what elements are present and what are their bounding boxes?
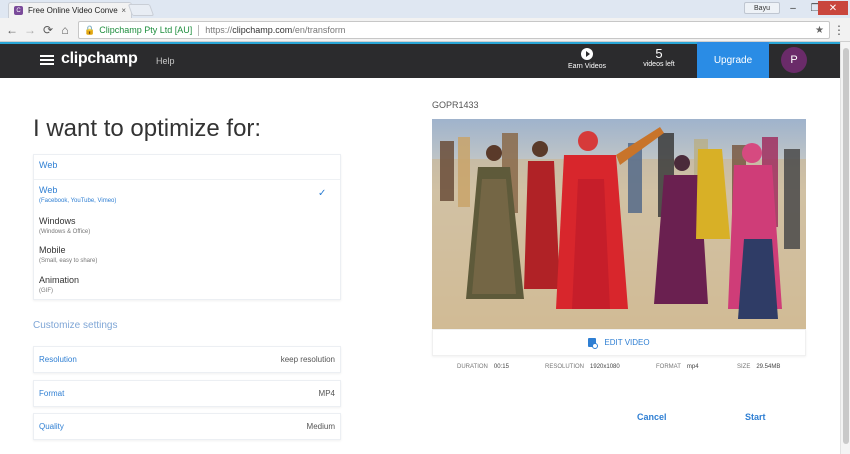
url-text: https://clipchamp.com/en/transform — [205, 25, 346, 35]
edit-video-label: EDIT VIDEO — [604, 338, 650, 347]
option-subtitle: (Small, easy to share) — [39, 258, 98, 264]
videos-left-label: videos left — [643, 61, 675, 68]
option-subtitle: (Windows & Office) — [39, 229, 91, 235]
resolution-setting[interactable]: Resolution keep resolution — [33, 346, 341, 373]
option-title: Animation — [39, 275, 80, 285]
size-meta: SIZE 29.54MB — [737, 364, 781, 370]
browser-menu-icon[interactable]: ⋮ — [833, 22, 845, 38]
browser-tab[interactable]: C Free Online Video Conve × — [8, 2, 132, 18]
browser-tab-bar: C Free Online Video Conve × Bayu – ❐ ✕ — [0, 0, 850, 18]
selected-check-icon: ✓ — [318, 188, 327, 199]
option-windows[interactable]: Windows (Windows & Office) — [39, 216, 329, 235]
resolution-meta: RESOLUTION 1920x1080 — [545, 364, 620, 370]
setting-value: keep resolution — [280, 355, 335, 364]
address-separator — [198, 24, 200, 36]
clipchamp-favicon-icon: C — [14, 6, 23, 15]
start-button[interactable]: Start — [745, 412, 766, 422]
customize-settings-link[interactable]: Customize settings — [33, 320, 117, 331]
video-frame-image — [432, 119, 806, 329]
back-arrow-icon[interactable]: ← — [4, 22, 20, 38]
secure-site-label: Clipchamp Pty Ltd [AU] — [99, 25, 193, 35]
setting-label: Quality — [39, 422, 64, 431]
play-circle-icon — [581, 48, 593, 60]
optimize-options-dropdown[interactable]: Web Web (Facebook, YouTube, Vimeo) Windo… — [33, 154, 341, 300]
edit-video-icon — [588, 338, 599, 349]
format-setting[interactable]: Format MP4 — [33, 380, 341, 407]
window-close-button[interactable]: ✕ — [818, 1, 848, 15]
earn-videos-button[interactable]: Earn Videos — [562, 48, 612, 70]
page-scrollbar[interactable] — [840, 42, 850, 454]
hamburger-menu-icon[interactable] — [40, 55, 54, 65]
selected-option-header[interactable]: Web — [39, 160, 57, 170]
option-animation[interactable]: Animation (GIF) — [39, 275, 329, 294]
setting-label: Format — [39, 389, 65, 398]
setting-value: MP4 — [318, 389, 335, 398]
video-filename: GOPR1433 — [432, 100, 479, 110]
forward-arrow-icon[interactable]: → — [22, 22, 38, 38]
clipchamp-logo[interactable]: clipchamp — [61, 50, 138, 68]
user-avatar[interactable]: P — [781, 47, 807, 73]
tab-title: Free Online Video Conve — [28, 6, 118, 15]
new-tab-button[interactable] — [127, 4, 155, 16]
bookmark-star-icon[interactable]: ★ — [815, 25, 824, 36]
scrollbar-thumb[interactable] — [843, 48, 849, 444]
option-subtitle: (Facebook, YouTube, Vimeo) — [39, 198, 117, 204]
reload-icon[interactable]: ⟳ — [40, 22, 56, 38]
setting-label: Resolution — [39, 355, 77, 364]
home-icon[interactable]: ⌂ — [57, 22, 73, 38]
browser-toolbar: ← → ⟳ ⌂ 🔒 Clipchamp Pty Ltd [AU] https:/… — [0, 18, 850, 42]
quality-setting[interactable]: Quality Medium — [33, 413, 341, 440]
earn-videos-label: Earn Videos — [567, 63, 606, 70]
edit-video-button[interactable]: EDIT VIDEO — [432, 329, 806, 356]
option-mobile[interactable]: Mobile (Small, easy to share) — [39, 245, 329, 264]
window-minimize-button[interactable]: – — [782, 1, 804, 15]
tab-close-icon[interactable]: × — [121, 6, 126, 15]
address-bar[interactable]: 🔒 Clipchamp Pty Ltd [AU] https://clipcha… — [78, 21, 830, 39]
app-header: clipchamp Help Earn Videos 5 videos left… — [0, 42, 840, 78]
video-thumbnail — [432, 119, 806, 329]
lock-icon: 🔒 — [84, 24, 96, 35]
option-title: Mobile — [39, 245, 66, 255]
browser-user-chip[interactable]: Bayu — [744, 2, 780, 14]
setting-value: Medium — [306, 422, 335, 431]
format-meta: FORMAT mp4 — [656, 364, 699, 370]
option-subtitle: (GIF) — [39, 288, 53, 294]
cancel-button[interactable]: Cancel — [637, 412, 667, 422]
videos-left-counter: 5 videos left — [636, 46, 682, 69]
videos-left-count: 5 — [655, 46, 663, 61]
page-title: I want to optimize for: — [33, 115, 262, 142]
option-title: Windows — [39, 216, 76, 226]
options-divider — [34, 179, 340, 180]
option-title: Web — [39, 185, 58, 195]
upgrade-button[interactable]: Upgrade — [697, 42, 769, 78]
option-web[interactable]: Web (Facebook, YouTube, Vimeo) — [39, 185, 329, 204]
help-link[interactable]: Help — [156, 56, 175, 66]
duration-meta: DURATION 00:15 — [457, 364, 509, 370]
